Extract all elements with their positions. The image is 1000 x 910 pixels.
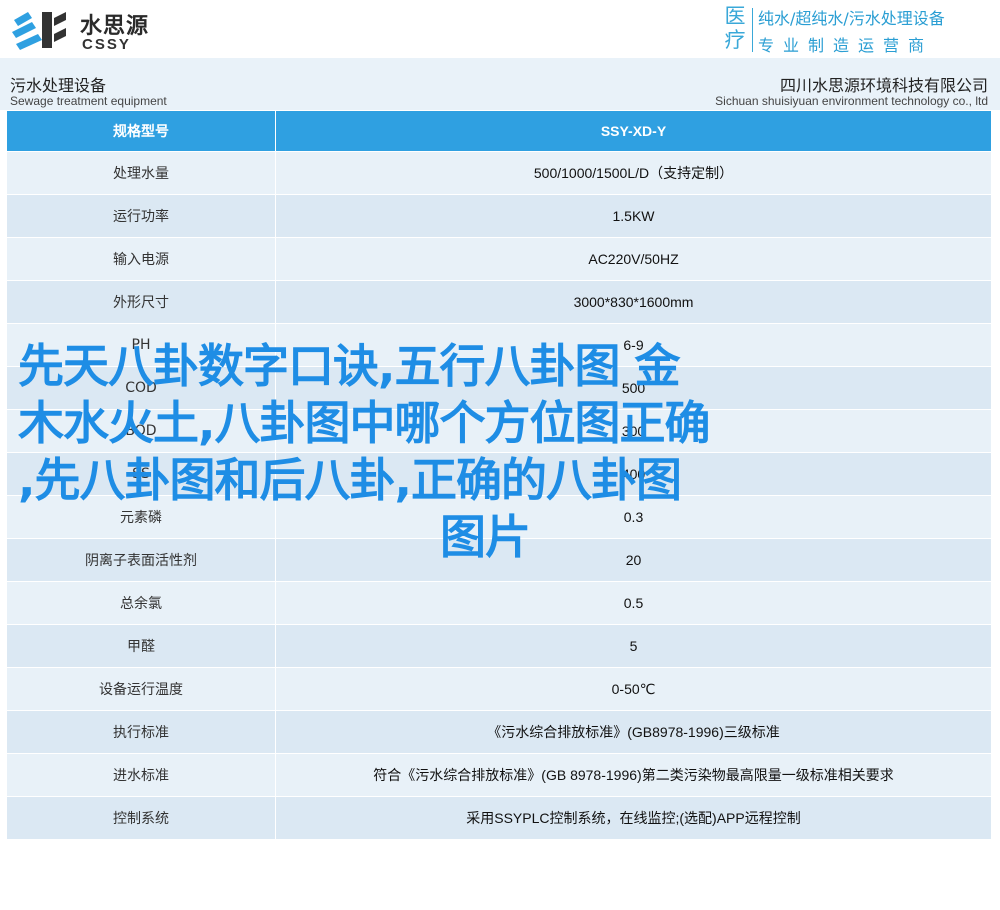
spec-label: BOD — [6, 409, 276, 453]
spec-label: 处理水量 — [6, 151, 276, 195]
spec-label: 外形尺寸 — [6, 280, 276, 324]
spec-value: 500 — [275, 366, 992, 410]
table-row: 进水标准 符合《污水综合排放标准》(GB 8978-1996)第二类污染物最高限量… — [6, 753, 992, 797]
table-row: 阴离子表面活性剂 20 — [6, 538, 992, 582]
spec-value: 0-50℃ — [275, 667, 992, 711]
slogan-tagline: 专业制造运营商 — [758, 36, 934, 55]
spec-label: 执行标准 — [6, 710, 276, 754]
spec-header-row: 规格型号 SSY-XD-Y — [6, 110, 992, 152]
spec-value: 6-9 — [275, 323, 992, 367]
top-header: 水思源 CSSY 医疗 纯水/超纯水/污水处理设备 专业制造运营商 — [0, 0, 1000, 58]
logo-english-name: CSSY — [82, 36, 131, 53]
spec-label: 元素磷 — [6, 495, 276, 539]
spec-label: COD — [6, 366, 276, 410]
table-row: SS 400 — [6, 452, 992, 496]
spec-label: 进水标准 — [6, 753, 276, 797]
spec-header-value: SSY-XD-Y — [275, 110, 992, 152]
spec-label: 设备运行温度 — [6, 667, 276, 711]
spec-value: 0.3 — [275, 495, 992, 539]
company-name-en: Sichuan shuisiyuan environment technolog… — [715, 94, 988, 108]
spec-label: 运行功率 — [6, 194, 276, 238]
table-row: 控制系统 采用SSYPLC控制系统，在线监控;(选配)APP远程控制 — [6, 796, 992, 840]
slogan-medical: 医疗 — [724, 4, 746, 52]
product-category-cn: 污水处理设备 — [10, 76, 107, 95]
slogan-block: 医疗 纯水/超纯水/污水处理设备 专业制造运营商 — [720, 4, 996, 56]
table-row: 总余氯 0.5 — [6, 581, 992, 625]
table-row: 处理水量 500/1000/1500L/D（支持定制） — [6, 151, 992, 195]
spec-label: PH — [6, 323, 276, 367]
table-row: PH 6-9 — [6, 323, 992, 367]
company-logo[interactable]: 水思源 CSSY — [8, 6, 218, 54]
spec-value: 5 — [275, 624, 992, 668]
table-row: COD 500 — [6, 366, 992, 410]
spec-value: 300 — [275, 409, 992, 453]
spec-label: 输入电源 — [6, 237, 276, 281]
table-row: 甲醛 5 — [6, 624, 992, 668]
spec-value: AC220V/50HZ — [275, 237, 992, 281]
spec-value: 3000*830*1600mm — [275, 280, 992, 324]
water-drop-logo-icon — [12, 12, 66, 50]
slogan-divider — [752, 8, 753, 52]
spec-value: 400 — [275, 452, 992, 496]
product-category-en: Sewage treatment equipment — [10, 94, 167, 108]
spec-label: SS — [6, 452, 276, 496]
table-row: 外形尺寸 3000*830*1600mm — [6, 280, 992, 324]
spec-value: 采用SSYPLC控制系统，在线监控;(选配)APP远程控制 — [275, 796, 992, 840]
title-band: 污水处理设备 Sewage treatment equipment 四川水思源环… — [0, 58, 1000, 110]
spec-value: 《污水综合排放标准》(GB8978-1996)三级标准 — [275, 710, 992, 754]
spec-value: 20 — [275, 538, 992, 582]
spec-label: 总余氯 — [6, 581, 276, 625]
spec-label: 控制系统 — [6, 796, 276, 840]
slogan-products: 纯水/超纯水/污水处理设备 — [758, 9, 945, 28]
spec-label: 阴离子表面活性剂 — [6, 538, 276, 582]
spec-value: 1.5KW — [275, 194, 992, 238]
table-row: 设备运行温度 0-50℃ — [6, 667, 992, 711]
table-row: BOD 300 — [6, 409, 992, 453]
table-row: 元素磷 0.3 — [6, 495, 992, 539]
spec-value: 500/1000/1500L/D（支持定制） — [275, 151, 992, 195]
table-row: 执行标准 《污水综合排放标准》(GB8978-1996)三级标准 — [6, 710, 992, 754]
table-row: 输入电源 AC220V/50HZ — [6, 237, 992, 281]
spec-table: 规格型号 SSY-XD-Y 处理水量 500/1000/1500L/D（支持定制）… — [6, 110, 992, 840]
company-name-cn: 四川水思源环境科技有限公司 — [779, 76, 988, 95]
spec-header-label: 规格型号 — [6, 110, 276, 152]
spec-label: 甲醛 — [6, 624, 276, 668]
table-row: 运行功率 1.5KW — [6, 194, 992, 238]
spec-value: 符合《污水综合排放标准》(GB 8978-1996)第二类污染物最高限量一级标准… — [275, 753, 992, 797]
spec-value: 0.5 — [275, 581, 992, 625]
